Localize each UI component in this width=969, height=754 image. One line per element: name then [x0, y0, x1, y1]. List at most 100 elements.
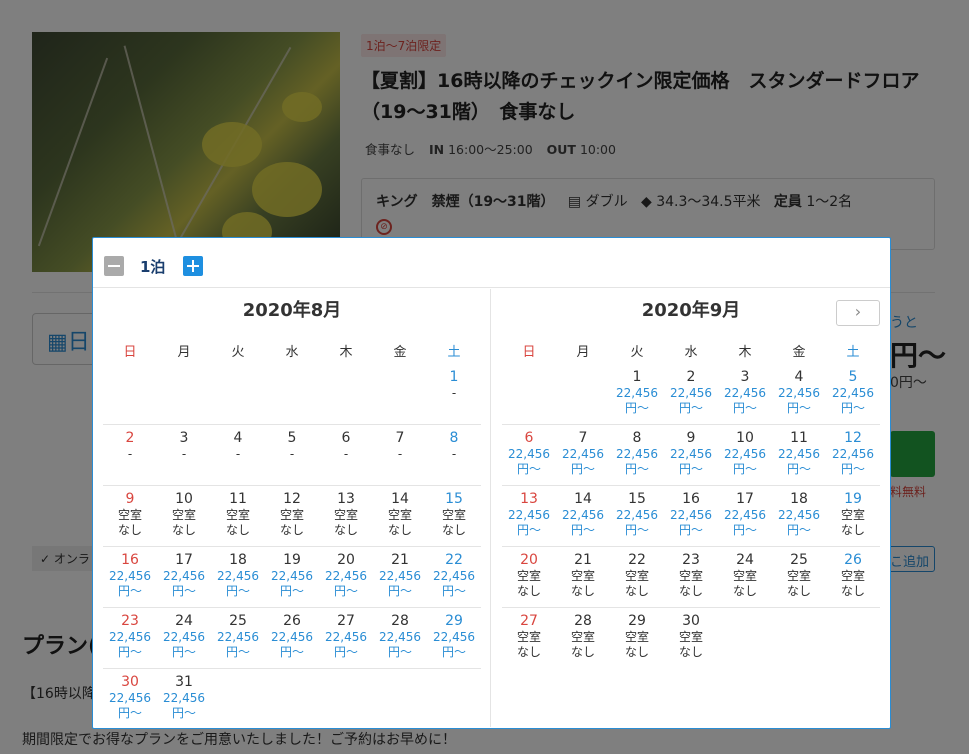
calendar-day-cell[interactable]: 14 22,456 円～ — [556, 486, 610, 546]
day-number: 8 — [449, 430, 459, 446]
weekday-header: 日 月 火 水 木 金 土 — [502, 341, 880, 360]
day-price: 22,456 — [163, 630, 205, 644]
day-price: 円～ — [786, 462, 811, 476]
weekday-thu: 木 — [339, 345, 353, 360]
calendar-day-cell[interactable]: 26 22,456 円～ — [265, 608, 319, 668]
day-price: 円～ — [279, 584, 304, 598]
calendar-day-cell[interactable]: 12 22,456 円～ — [826, 425, 880, 485]
day-number: 27 — [337, 613, 355, 629]
calendar-day-cell[interactable]: 25 22,456 円～ — [211, 608, 265, 668]
day-availability: 空室 — [570, 630, 595, 644]
calendar-day-cell: 5- — [265, 425, 319, 485]
calendar-day-cell[interactable]: 17 22,456 円～ — [718, 486, 772, 546]
day-price: 22,456 — [670, 508, 712, 522]
day-price: 22,456 — [163, 691, 205, 705]
calendar-day-cell[interactable]: 15 22,456 円～ — [610, 486, 664, 546]
calendar-day-cell: 19 空室 なし — [826, 486, 880, 546]
day-availability: 空室 — [624, 630, 649, 644]
calendar-day-cell: 26 空室 なし — [826, 547, 880, 607]
day-availability: なし — [786, 584, 811, 598]
calendar-day-cell[interactable]: 28 22,456 円～ — [373, 608, 427, 668]
calendar-day-cell: 6- — [319, 425, 373, 485]
day-availability: 空室 — [570, 569, 595, 583]
day-availability: - — [127, 447, 133, 461]
day-price: 円～ — [117, 645, 142, 659]
calendar-modal: 1泊 2020年8月 日 月 火 水 木 金 土 1-2-3-4-5-6-7-8… — [92, 237, 891, 729]
day-availability: なし — [624, 645, 649, 659]
calendar-day-cell[interactable]: 31 22,456 円～ — [157, 669, 211, 729]
calendar-day-cell: 4- — [211, 425, 265, 485]
day-number: 14 — [574, 491, 592, 507]
calendar-day-cell[interactable]: 22 22,456 円～ — [427, 547, 481, 607]
day-price: 22,456 — [217, 569, 259, 583]
calendar-day-cell[interactable]: 6 22,456 円～ — [502, 425, 556, 485]
day-availability: なし — [678, 645, 703, 659]
day-availability: なし — [678, 584, 703, 598]
day-number: 24 — [736, 552, 754, 568]
calendar-day-cell[interactable]: 18 22,456 円～ — [211, 547, 265, 607]
next-month-button[interactable]: › — [836, 300, 880, 326]
calendar-day-cell[interactable]: 29 22,456 円～ — [427, 608, 481, 668]
calendar-day-cell[interactable]: 11 22,456 円～ — [772, 425, 826, 485]
calendar-day-cell[interactable]: 9 22,456 円～ — [664, 425, 718, 485]
calendar-day-cell[interactable]: 7 22,456 円～ — [556, 425, 610, 485]
day-availability: 空室 — [516, 630, 541, 644]
calendar-day-cell[interactable]: 1 22,456 円～ — [610, 364, 664, 424]
day-availability: なし — [516, 645, 541, 659]
day-price: 22,456 — [616, 386, 658, 400]
calendar-day-cell[interactable]: 19 22,456 円～ — [265, 547, 319, 607]
day-availability: 空室 — [678, 630, 703, 644]
day-availability: なし — [516, 584, 541, 598]
day-availability: 空室 — [333, 508, 358, 522]
day-price: 円～ — [117, 706, 142, 720]
nights-plus-button[interactable] — [183, 256, 203, 276]
day-number: 17 — [736, 491, 754, 507]
calendar-day-cell[interactable]: 27 22,456 円～ — [319, 608, 373, 668]
day-price: 円～ — [225, 584, 250, 598]
day-number: 7 — [578, 430, 588, 446]
calendar-day-cell[interactable]: 20 22,456 円～ — [319, 547, 373, 607]
day-availability: なし — [117, 523, 142, 537]
calendar-day-cell[interactable]: 5 22,456 円～ — [826, 364, 880, 424]
weekday-wed: 水 — [684, 345, 698, 360]
day-price: 22,456 — [832, 386, 874, 400]
calendar-week-row: 20 空室 なし 21 空室 なし 22 空室 なし 23 空室 なし 24 空室 なし 25 空室 なし 26 空室… — [502, 547, 880, 608]
day-price: 22,456 — [562, 508, 604, 522]
day-price: 22,456 — [109, 569, 151, 583]
day-price: 円～ — [624, 523, 649, 537]
day-price: 円～ — [732, 401, 757, 415]
weekday-tue: 火 — [630, 345, 644, 360]
calendar-day-cell: 20 空室 なし — [502, 547, 556, 607]
day-availability: 空室 — [624, 569, 649, 583]
day-price: 22,456 — [508, 447, 550, 461]
calendar-day-cell[interactable]: 24 22,456 円～ — [157, 608, 211, 668]
calendar-day-cell[interactable]: 4 22,456 円～ — [772, 364, 826, 424]
day-number: 21 — [391, 552, 409, 568]
calendar-day-cell[interactable]: 8 22,456 円～ — [610, 425, 664, 485]
day-price: 円～ — [678, 462, 703, 476]
day-price: 円～ — [570, 523, 595, 537]
day-price: 円～ — [732, 523, 757, 537]
day-number: 15 — [445, 491, 463, 507]
nights-selector: 1泊 — [93, 238, 890, 288]
day-price: 22,456 — [433, 569, 475, 583]
day-number: 10 — [175, 491, 193, 507]
weekday-thu: 木 — [738, 345, 752, 360]
calendar-day-cell[interactable]: 13 22,456 円～ — [502, 486, 556, 546]
day-availability: 空室 — [840, 569, 865, 583]
calendar-day-cell[interactable]: 16 22,456 円～ — [103, 547, 157, 607]
day-number: 3 — [179, 430, 189, 446]
weekday-fri: 金 — [393, 345, 407, 360]
calendar-day-cell[interactable]: 30 22,456 円～ — [103, 669, 157, 729]
calendar-day-cell[interactable]: 3 22,456 円～ — [718, 364, 772, 424]
day-number: 29 — [445, 613, 463, 629]
calendar-day-cell[interactable]: 2 22,456 円～ — [664, 364, 718, 424]
calendar-day-cell[interactable]: 21 22,456 円～ — [373, 547, 427, 607]
calendar-day-cell[interactable]: 16 22,456 円～ — [664, 486, 718, 546]
nights-minus-button[interactable] — [104, 256, 124, 276]
calendar-day-cell[interactable]: 17 22,456 円～ — [157, 547, 211, 607]
calendar-day-cell[interactable]: 18 22,456 円～ — [772, 486, 826, 546]
calendar-day-cell[interactable]: 23 22,456 円～ — [103, 608, 157, 668]
day-availability: なし — [840, 584, 865, 598]
calendar-day-cell[interactable]: 10 22,456 円～ — [718, 425, 772, 485]
